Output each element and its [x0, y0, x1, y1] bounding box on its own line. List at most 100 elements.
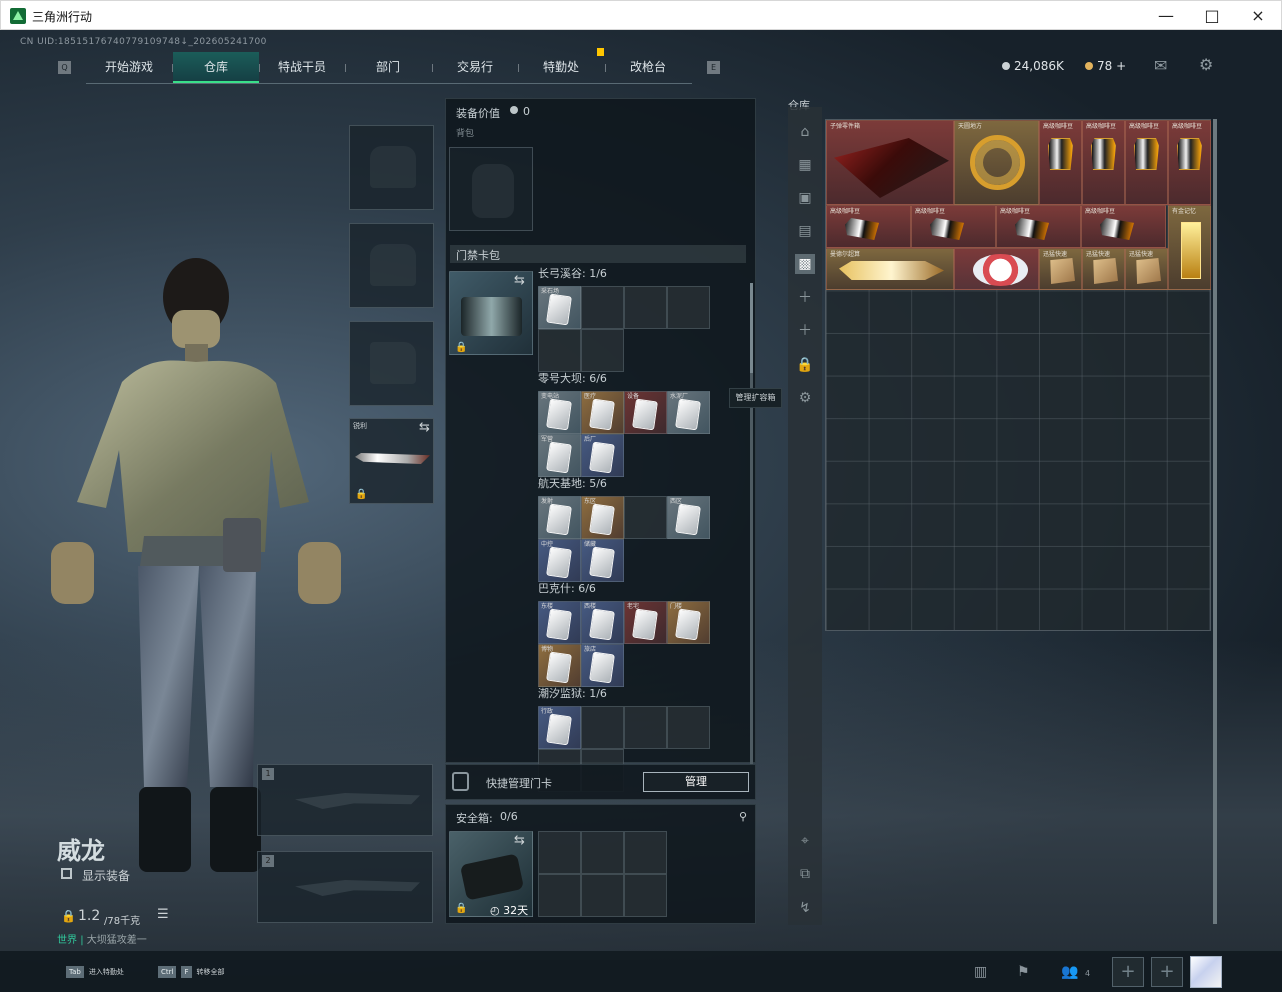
- tab-start-game[interactable]: 开始游戏: [86, 52, 172, 83]
- swap-icon[interactable]: ⇆: [419, 420, 430, 435]
- scrollbar-thumb[interactable]: [750, 283, 753, 373]
- access-card-cell[interactable]: 行政: [538, 706, 581, 749]
- manage-button[interactable]: 管理: [643, 772, 749, 792]
- scrollbar-track[interactable]: [750, 283, 753, 764]
- access-card-cell[interactable]: 发射: [538, 496, 581, 539]
- safe-box-cell[interactable]: [581, 874, 624, 917]
- safe-box-cell[interactable]: [538, 874, 581, 917]
- primary-weapon-slot[interactable]: 1: [257, 764, 433, 836]
- list-icon[interactable]: ☰: [157, 907, 169, 922]
- access-card-cell[interactable]: 变电站: [538, 391, 581, 434]
- access-card-cell[interactable]: 水泥厂: [667, 391, 710, 434]
- empty-card-cell[interactable]: [667, 286, 710, 329]
- enter-special-office-hint[interactable]: Tab 进入特勤处: [66, 966, 124, 978]
- tab-gun-mod[interactable]: 改枪台: [605, 52, 691, 83]
- add-slot-button[interactable]: +: [1151, 957, 1183, 987]
- sort-icon[interactable]: ↯: [795, 898, 815, 918]
- backpack-slot[interactable]: [449, 147, 533, 231]
- empty-card-cell[interactable]: [581, 329, 624, 372]
- minimize-button[interactable]: —: [1143, 1, 1189, 31]
- settings-gear-icon[interactable]: ⚙: [1199, 55, 1213, 74]
- qr-icon[interactable]: ▦: [795, 155, 815, 175]
- tab-special-office[interactable]: 特勤处: [518, 52, 604, 83]
- home-icon[interactable]: ⌂: [795, 122, 815, 142]
- stack-icon[interactable]: ⧉: [795, 864, 815, 884]
- q-key-icon[interactable]: Q: [58, 61, 71, 74]
- armillary-sphere-item[interactable]: 天圆地方: [954, 120, 1039, 205]
- friends-icon[interactable]: 👥: [1061, 964, 1078, 980]
- add-icon[interactable]: ＋: [795, 321, 815, 341]
- access-card-cell[interactable]: 采石场: [538, 286, 581, 329]
- safe-box-slot[interactable]: ⇆ 🔒 ◴ 32天: [449, 831, 533, 917]
- maximize-button[interactable]: □: [1189, 1, 1235, 31]
- empty-card-cell[interactable]: [624, 706, 667, 749]
- stats-icon[interactable]: ▥: [974, 964, 987, 980]
- empty-card-cell[interactable]: [624, 496, 667, 539]
- settings-icon[interactable]: ⚙: [795, 388, 815, 408]
- access-card-cell[interactable]: 东楼: [538, 601, 581, 644]
- add-icon[interactable]: ＋: [795, 288, 815, 308]
- armor-slot[interactable]: [349, 223, 434, 308]
- add-slot-button[interactable]: +: [1112, 957, 1144, 987]
- show-gear-checkbox[interactable]: [61, 868, 72, 879]
- access-card-cell[interactable]: 后厂: [581, 434, 624, 477]
- tab-department[interactable]: 部门: [345, 52, 431, 83]
- lock-icon[interactable]: 🔒: [355, 489, 367, 500]
- safe-box-cell[interactable]: [624, 831, 667, 874]
- pin-icon[interactable]: ⚲: [739, 810, 747, 823]
- access-card-cell[interactable]: 中控: [538, 539, 581, 582]
- empty-card-cell[interactable]: [624, 286, 667, 329]
- empty-card-cell[interactable]: [667, 706, 710, 749]
- access-card-cell[interactable]: 东区: [581, 496, 624, 539]
- coffee-pack-item[interactable]: 高级咖啡豆: [826, 205, 911, 248]
- empty-card-cell[interactable]: [538, 329, 581, 372]
- access-card-cell[interactable]: 设备: [624, 391, 667, 434]
- lock-icon[interactable]: 🔒: [455, 903, 467, 914]
- coffee-pack-item[interactable]: 高级咖啡豆: [996, 205, 1081, 248]
- mail-icon[interactable]: ✉: [1154, 56, 1167, 75]
- secondary-weapon-slot[interactable]: 2: [257, 851, 433, 923]
- access-card-cell[interactable]: 博物: [538, 644, 581, 687]
- document-item[interactable]: 迅猛快速: [1125, 248, 1168, 290]
- coffee-beans-item[interactable]: 高级咖啡豆: [1168, 120, 1211, 205]
- lock-icon[interactable]: 🔒: [795, 355, 815, 375]
- flag-icon[interactable]: ⚑: [1017, 964, 1030, 980]
- gold-bar-item[interactable]: 有金记忆: [1168, 205, 1211, 290]
- profile-icon[interactable]: ⌖: [795, 831, 815, 851]
- knife-slot[interactable]: 锐利 ⇆ 🔒: [349, 418, 434, 504]
- access-card-cell[interactable]: 西楼: [581, 601, 624, 644]
- supercomputer-item[interactable]: 曼德尔超算: [826, 248, 954, 290]
- figure-item[interactable]: [954, 248, 1039, 290]
- coffee-pack-item[interactable]: 高级咖啡豆: [1081, 205, 1166, 248]
- pistol-slot[interactable]: [349, 321, 434, 406]
- coffee-pack-item[interactable]: 高级咖啡豆: [911, 205, 996, 248]
- warehouse-icon[interactable]: ▩: [795, 254, 815, 274]
- access-card-cell[interactable]: 旅店: [581, 644, 624, 687]
- warehouse-scrollbar[interactable]: [1213, 119, 1217, 924]
- access-card-cell[interactable]: 老宅: [624, 601, 667, 644]
- ammo-parts-box-item[interactable]: 子弹零件箱: [826, 120, 954, 205]
- empty-card-cell[interactable]: [581, 286, 624, 329]
- safe-box-cell[interactable]: [624, 874, 667, 917]
- safe-box-cell[interactable]: [538, 831, 581, 874]
- coffee-beans-item[interactable]: 高级咖啡豆: [1039, 120, 1082, 205]
- access-card-cell[interactable]: 军营: [538, 434, 581, 477]
- chart-icon[interactable]: ▤: [795, 221, 815, 241]
- lock-icon[interactable]: 🔒: [455, 342, 467, 353]
- close-button[interactable]: ×: [1235, 1, 1281, 31]
- card-case-slot[interactable]: ⇆ 🔒: [449, 271, 533, 355]
- safe-box-cell[interactable]: [581, 831, 624, 874]
- swap-icon[interactable]: ⇆: [514, 833, 525, 848]
- empty-card-cell[interactable]: [581, 706, 624, 749]
- document-item[interactable]: 迅猛快速: [1039, 248, 1082, 290]
- e-key-icon[interactable]: E: [707, 61, 720, 74]
- folder-icon[interactable]: ▣: [795, 188, 815, 208]
- transfer-all-hint[interactable]: Ctrl F 转移全部: [158, 966, 225, 978]
- access-card-cell[interactable]: 西区: [667, 496, 710, 539]
- coffee-beans-item[interactable]: 高级咖啡豆: [1082, 120, 1125, 205]
- avatar[interactable]: [1190, 956, 1222, 988]
- coffee-beans-item[interactable]: 高级咖啡豆: [1125, 120, 1168, 205]
- document-item[interactable]: 迅猛快速: [1082, 248, 1125, 290]
- tab-operators[interactable]: 特战干员: [259, 52, 345, 83]
- tab-trading[interactable]: 交易行: [432, 52, 518, 83]
